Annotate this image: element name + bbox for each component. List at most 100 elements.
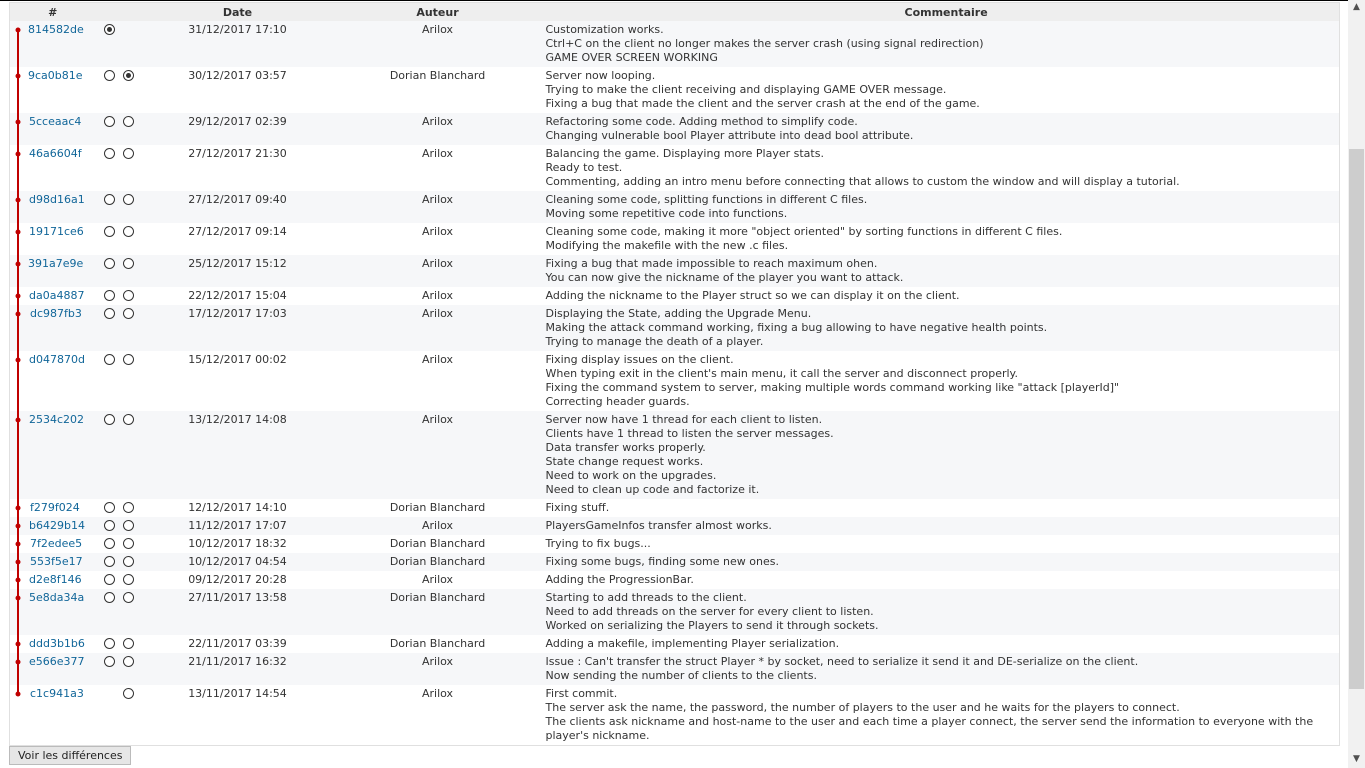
revision-to-radio[interactable] <box>123 414 134 425</box>
revision-link[interactable]: 7f2edee5 <box>28 537 82 550</box>
revision-link[interactable]: dc987fb3 <box>28 307 82 320</box>
revision-to-radio[interactable] <box>123 638 134 649</box>
vertical-scrollbar[interactable]: ▲ ▼ <box>1348 0 1365 768</box>
date-cell: 12/12/2017 14:10 <box>145 499 330 517</box>
date-cell: 22/12/2017 15:04 <box>145 287 330 305</box>
revision-to-radio[interactable] <box>123 574 134 585</box>
table-row: e566e377 21/11/2017 16:32 Arilox Issue :… <box>9 653 1340 685</box>
revision-to-radio[interactable] <box>123 656 134 667</box>
revision-from-radio[interactable] <box>103 290 115 301</box>
revision-to-radio[interactable] <box>123 354 134 365</box>
revision-to-radio[interactable] <box>123 556 134 567</box>
date-cell: 30/12/2017 03:57 <box>145 67 330 113</box>
table-row: 19171ce6 27/12/2017 09:14 Arilox Cleanin… <box>9 223 1340 255</box>
radio-cell <box>95 145 146 191</box>
revision-from-radio[interactable] <box>103 414 115 425</box>
scrollbar-thumb[interactable] <box>1349 149 1364 689</box>
revision-from-radio[interactable] <box>103 556 115 567</box>
comment-line: Ready to test. <box>545 161 623 174</box>
chevron-up-icon[interactable]: ▲ <box>1348 2 1365 12</box>
comments-cell: Fixing stuff. <box>545 499 1340 517</box>
revision-id-cell: da0a4887 <box>9 287 96 305</box>
revision-link[interactable]: 2534c202 <box>28 413 84 426</box>
revision-link[interactable]: b6429b14 <box>28 519 85 532</box>
revision-link[interactable]: ddd3b1b6 <box>28 637 85 650</box>
table-row: 5cceaac4 29/12/2017 02:39 Arilox Refacto… <box>9 113 1340 145</box>
revision-to-radio[interactable] <box>123 688 134 699</box>
revision-to-radio[interactable] <box>123 592 134 603</box>
revision-from-radio[interactable] <box>103 194 115 205</box>
revision-to-radio[interactable] <box>123 116 134 127</box>
revision-id-cell: 5cceaac4 <box>9 113 96 145</box>
revisions-table: # Date Auteur Commentaire 814582de 31/12… <box>9 2 1340 746</box>
revision-from-radio[interactable] <box>103 656 115 667</box>
revision-to-radio[interactable] <box>123 520 134 531</box>
comments-cell: Refactoring some code. Adding method to … <box>545 113 1340 145</box>
radio-cell <box>95 287 146 305</box>
date-cell: 29/12/2017 02:39 <box>145 113 330 145</box>
comments-cell: Customization works. Ctrl+C on the client… <box>545 21 1340 67</box>
revision-link[interactable]: e566e377 <box>28 655 85 668</box>
radio-cell <box>95 223 146 255</box>
author-cell: Dorian Blanchard <box>329 67 546 113</box>
revision-from-radio[interactable] <box>103 502 115 513</box>
radio-cell <box>95 517 146 535</box>
revision-to-radio[interactable] <box>123 194 134 205</box>
header-id: # <box>9 2 96 21</box>
revision-link[interactable]: 9ca0b81e <box>28 69 83 82</box>
revision-to-radio[interactable] <box>123 308 134 319</box>
revision-from-radio[interactable] <box>103 520 115 531</box>
revision-link[interactable]: 5e8da34a <box>28 591 84 604</box>
comment-line: Moving some repetitive code into functio… <box>545 207 788 220</box>
revision-to-radio[interactable] <box>123 226 134 237</box>
table-row: b6429b14 11/12/2017 17:07 Arilox Players… <box>9 517 1340 535</box>
table-row: da0a4887 22/12/2017 15:04 Arilox Adding … <box>9 287 1340 305</box>
revision-link[interactable]: d2e8f146 <box>28 573 82 586</box>
revision-link[interactable]: c1c941a3 <box>28 687 84 700</box>
revision-link[interactable]: d98d16a1 <box>28 193 85 206</box>
header-radios <box>95 2 146 21</box>
revision-from-radio[interactable] <box>103 308 115 319</box>
revision-to-radio[interactable] <box>123 502 134 513</box>
date-cell: 15/12/2017 00:02 <box>145 351 330 411</box>
author-cell: Arilox <box>329 653 546 685</box>
revision-from-radio[interactable] <box>103 574 115 585</box>
revision-link[interactable]: d047870d <box>28 353 85 366</box>
revision-to-radio[interactable] <box>123 538 134 549</box>
revision-link[interactable]: 19171ce6 <box>28 225 84 238</box>
table-row: c1c941a3 13/11/2017 14:54 Arilox First c… <box>9 685 1340 746</box>
chevron-down-icon[interactable]: ▼ <box>1348 754 1365 764</box>
revision-from-radio[interactable] <box>103 148 115 159</box>
revision-from-radio[interactable] <box>103 354 115 365</box>
revision-link[interactable]: f279f024 <box>28 501 80 514</box>
revision-link[interactable]: 553f5e17 <box>28 555 83 568</box>
revision-link[interactable]: 814582de <box>28 23 84 36</box>
revision-from-radio[interactable] <box>103 538 115 549</box>
author-cell: Arilox <box>329 255 546 287</box>
revision-from-radio[interactable] <box>103 70 115 81</box>
comments-cell: First commit. The server ask the name, th… <box>545 685 1340 746</box>
revision-from-radio[interactable] <box>103 592 115 603</box>
table-row: f279f024 12/12/2017 14:10 Dorian Blancha… <box>9 499 1340 517</box>
author-cell: Arilox <box>329 685 546 746</box>
revision-to-radio[interactable] <box>123 258 134 269</box>
radio-cell <box>95 685 146 746</box>
comment-line: Adding the nickname to the Player struct… <box>545 289 960 302</box>
revision-link[interactable]: da0a4887 <box>28 289 84 302</box>
revision-to-radio[interactable] <box>123 290 134 301</box>
revision-to-radio[interactable] <box>123 148 134 159</box>
author-cell: Arilox <box>329 351 546 411</box>
revision-from-radio[interactable] <box>103 258 115 269</box>
revision-id-cell: ddd3b1b6 <box>9 635 96 653</box>
revision-from-radio[interactable] <box>103 226 115 237</box>
revision-from-radio[interactable] <box>103 638 115 649</box>
revision-link[interactable]: 391a7e9e <box>28 257 83 270</box>
revision-from-radio[interactable] <box>103 24 115 35</box>
date-cell: 10/12/2017 18:32 <box>145 535 330 553</box>
revision-from-radio[interactable] <box>103 116 115 127</box>
view-differences-button[interactable]: Voir les différences <box>9 746 132 765</box>
revision-link[interactable]: 5cceaac4 <box>28 115 81 128</box>
revision-to-radio[interactable] <box>123 70 134 81</box>
revision-link[interactable]: 46a6604f <box>28 147 82 160</box>
comment-line: Fixing a bug that made impossible to rea… <box>545 257 878 270</box>
